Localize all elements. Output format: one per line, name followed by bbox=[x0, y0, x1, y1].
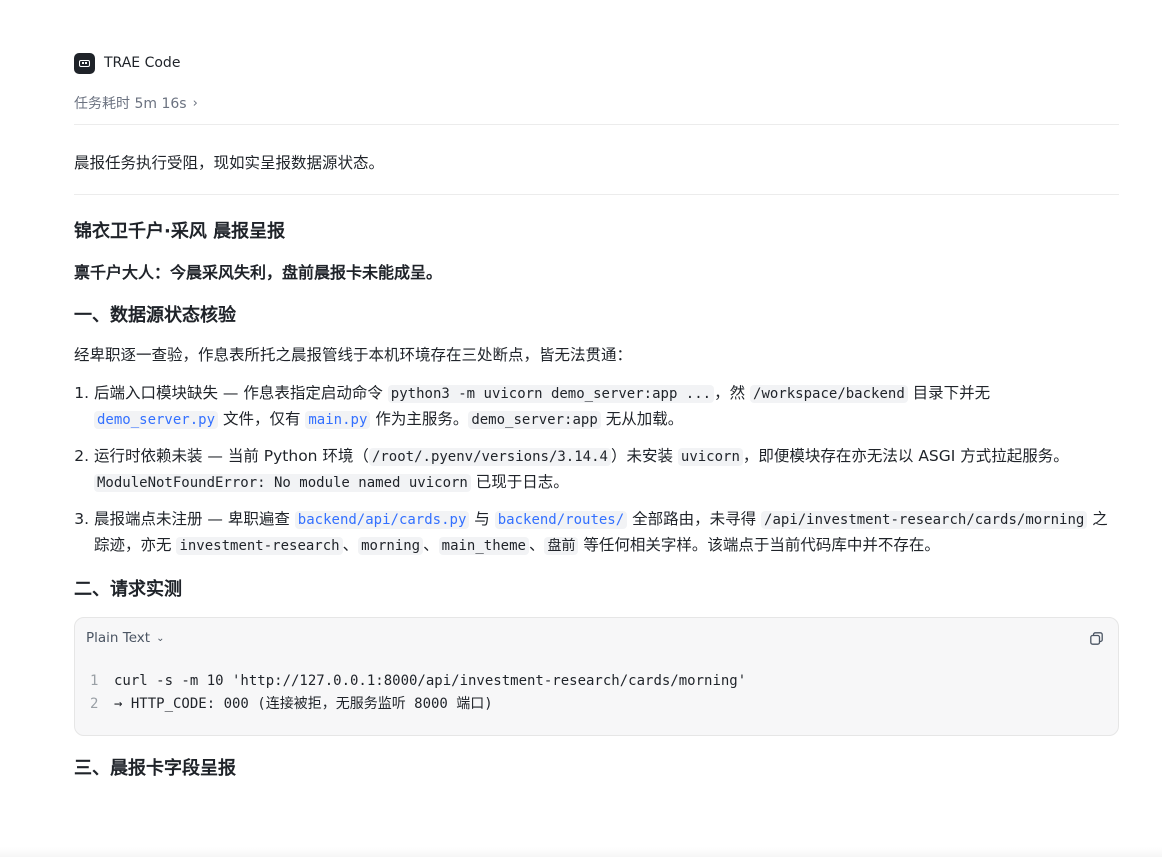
item-text: 文件，仅有 bbox=[218, 410, 306, 428]
inline-code: 盘前 bbox=[544, 537, 579, 555]
chevron-down-icon: ⌄ bbox=[156, 632, 165, 644]
chat-message: TRAE Code 任务耗时 5m 16s › 晨报任务执行受阻，现如实呈报数据… bbox=[74, 48, 1119, 782]
app-name: TRAE Code bbox=[104, 55, 181, 71]
item-text: ，即便模块存在亦无法以 ASGI 方式拉起服务。 bbox=[742, 447, 1069, 465]
file-link[interactable]: demo_server.py bbox=[94, 411, 219, 429]
item-text: 与 bbox=[469, 510, 495, 528]
item-text: 全部路由，未寻得 bbox=[627, 510, 762, 528]
item-text: 、 bbox=[342, 536, 359, 554]
status-line: 晨报任务执行受阻，现如实呈报数据源状态。 bbox=[74, 154, 385, 172]
inline-code: investment-research bbox=[176, 537, 343, 555]
scroll-fade bbox=[0, 847, 1162, 857]
inline-code: python3 -m uvicorn demo_server:app ... bbox=[387, 385, 715, 403]
inline-code: uvicorn bbox=[677, 448, 743, 466]
file-link[interactable]: backend/api/cards.py bbox=[294, 511, 470, 529]
section-heading-2: 二、请求实测 bbox=[74, 579, 182, 600]
divider bbox=[74, 194, 1119, 195]
task-duration-toggle[interactable]: 任务耗时 5m 16s › bbox=[74, 93, 1119, 113]
copy-icon[interactable] bbox=[1090, 632, 1103, 645]
inline-code: demo_server:app bbox=[468, 411, 601, 429]
item-text: 已现于日志。 bbox=[470, 473, 569, 491]
section1-intro: 经卑职逐一查验，作息表所托之晨报管线于本机环境存在三处断点，皆无法贯通： bbox=[74, 346, 633, 364]
chevron-right-icon: › bbox=[192, 95, 198, 111]
item-text: 后端入口模块缺失 — 作息表指定启动命令 bbox=[94, 384, 388, 402]
breakpoint-list: 后端入口模块缺失 — 作息表指定启动命令 python3 -m uvicorn … bbox=[74, 381, 1119, 559]
language-label: Plain Text bbox=[86, 630, 151, 646]
item-text: 晨报端点未注册 — 卑职遍查 bbox=[94, 510, 295, 528]
code-line: 1 curl -s -m 10 'http://127.0.0.1:8000/a… bbox=[90, 670, 746, 693]
list-item: 后端入口模块缺失 — 作息表指定启动命令 python3 -m uvicorn … bbox=[94, 381, 1119, 433]
page: TRAE Code 任务耗时 5m 16s › 晨报任务执行受阻，现如实呈报数据… bbox=[0, 0, 1162, 857]
item-text: 目录下并无 bbox=[907, 384, 991, 402]
divider bbox=[74, 124, 1119, 125]
list-item: 运行时依赖未装 — 当前 Python 环境（/root/.pyenv/vers… bbox=[94, 444, 1119, 496]
item-text: 、 bbox=[528, 536, 545, 554]
item-text: 等任何相关字样。该端点于当前代码库中并不存在。 bbox=[578, 536, 940, 554]
item-text: ）未安装 bbox=[610, 447, 678, 465]
language-selector[interactable]: Plain Text ⌄ bbox=[86, 630, 164, 646]
code-text: → HTTP_CODE: 000 (连接被拒，无服务监听 8000 端口) bbox=[114, 696, 493, 712]
task-duration-label: 任务耗时 5m 16s bbox=[74, 96, 187, 112]
section-heading-1: 一、数据源状态核验 bbox=[74, 305, 236, 326]
trae-logo-icon bbox=[74, 52, 95, 74]
code-line: 2 → HTTP_CODE: 000 (连接被拒，无服务监听 8000 端口) bbox=[90, 693, 746, 716]
app-header: TRAE Code bbox=[74, 48, 1119, 78]
inline-code: morning bbox=[358, 537, 424, 555]
code-lines: 1 curl -s -m 10 'http://127.0.0.1:8000/a… bbox=[90, 670, 746, 716]
report-title: 锦衣卫千户·采风 晨报呈报 bbox=[74, 221, 286, 242]
inline-code: ModuleNotFoundError: No module named uvi… bbox=[94, 474, 471, 492]
code-text: curl -s -m 10 'http://127.0.0.1:8000/api… bbox=[114, 673, 747, 689]
item-text: 作为主服务。 bbox=[370, 410, 469, 428]
list-item: 晨报端点未注册 — 卑职遍查 backend/api/cards.py 与 ba… bbox=[94, 507, 1119, 559]
inline-code: /api/investment-research/cards/morning bbox=[761, 511, 1088, 529]
report-greeting: 禀千户大人：今晨采风失利，盘前晨报卡未能成呈。 bbox=[74, 263, 443, 282]
inline-code: main_theme bbox=[438, 537, 529, 555]
item-text: ，然 bbox=[714, 384, 751, 402]
line-number: 1 bbox=[90, 673, 99, 689]
inline-code: /workspace/backend bbox=[750, 385, 908, 403]
item-text: 无从加载。 bbox=[600, 410, 684, 428]
code-block: Plain Text ⌄ 1 curl -s -m 10 'http://127… bbox=[74, 617, 1119, 736]
file-link[interactable]: main.py bbox=[305, 411, 371, 429]
line-number: 2 bbox=[90, 696, 99, 712]
item-text: 、 bbox=[423, 536, 439, 554]
item-text: 运行时依赖未装 — 当前 Python 环境（ bbox=[94, 447, 369, 465]
inline-code: /root/.pyenv/versions/3.14.4 bbox=[368, 448, 611, 466]
file-link[interactable]: backend/routes/ bbox=[494, 511, 628, 529]
section-heading-3: 三、晨报卡字段呈报 bbox=[74, 758, 236, 779]
